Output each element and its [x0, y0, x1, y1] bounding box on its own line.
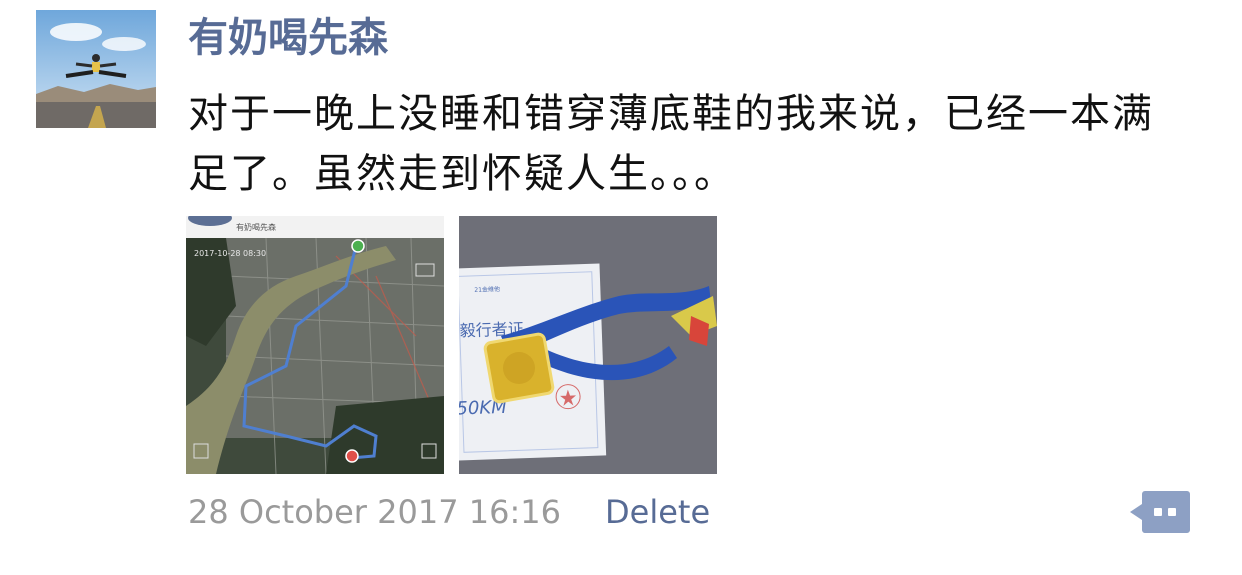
start-marker	[351, 239, 365, 253]
map-date: 2017-10-28 08:30	[194, 249, 266, 258]
avatar-photo	[36, 10, 156, 128]
comment-button[interactable]	[1130, 490, 1192, 534]
avatar[interactable]	[36, 10, 156, 128]
medal-certificate-image: 21金维他 毅行者证 50KM	[459, 216, 717, 474]
post-text: 对于一晚上没睡和错穿薄底鞋的我来说，已经一本满足了。虽然走到怀疑人生。。。	[188, 91, 1154, 197]
photo-medal-certificate[interactable]: 21金维他 毅行者证 50KM	[459, 216, 717, 474]
photo-route-map[interactable]: 有奶喝先森 2017-10-28 08:30	[186, 216, 444, 474]
username[interactable]: 有奶喝先森	[188, 12, 388, 64]
map-header-name: 有奶喝先森	[236, 222, 276, 232]
post-timestamp: 28 October 2017 16:16	[188, 493, 561, 531]
comment-bubble-icon	[1130, 491, 1190, 533]
certificate-header: 21金维他	[474, 285, 500, 294]
delete-link[interactable]: Delete	[605, 490, 710, 534]
route-map-image: 有奶喝先森 2017-10-28 08:30	[186, 216, 444, 474]
end-marker	[345, 449, 359, 463]
